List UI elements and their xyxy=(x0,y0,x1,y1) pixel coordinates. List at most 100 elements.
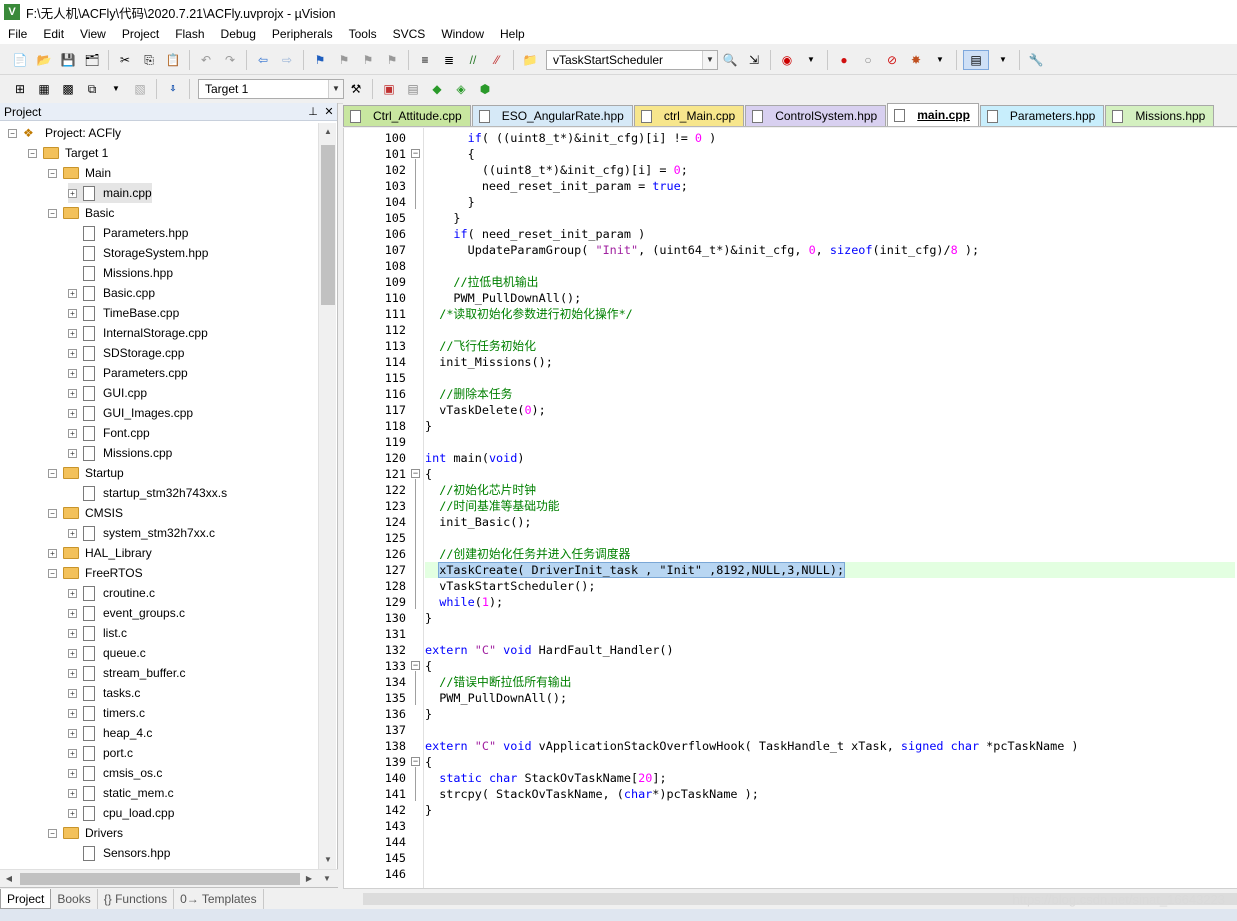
navigate-back-icon[interactable]: ⇦ xyxy=(253,50,273,70)
editor-tab[interactable]: ESO_AngularRate.hpp xyxy=(471,105,633,126)
code-line[interactable]: if( need_reset_init_param ) xyxy=(425,226,645,242)
scroll-down-arrow-icon[interactable]: ▼ xyxy=(318,870,336,888)
code-line[interactable]: } xyxy=(425,194,475,210)
tree-group-item[interactable]: − Drivers xyxy=(48,823,123,843)
code-line[interactable]: } xyxy=(425,706,432,722)
code-line[interactable]: /*读取初始化参数进行初始化操作*/ xyxy=(425,306,633,322)
pin-icon[interactable]: ⊥ xyxy=(305,105,321,118)
code-line[interactable]: { xyxy=(425,146,475,162)
prev-bookmark-icon[interactable]: ⚑ xyxy=(334,50,354,70)
tree-file-item[interactable]: + GUI.cpp xyxy=(68,383,147,403)
code-line[interactable]: init_Basic(); xyxy=(425,514,531,530)
scroll-left-arrow-icon[interactable]: ◀ xyxy=(0,870,18,888)
expand-icon[interactable]: + xyxy=(68,728,77,738)
dropdown-arrow-icon[interactable]: ▼ xyxy=(106,79,126,99)
editor-tab[interactable]: main.cpp xyxy=(887,103,979,126)
open-folder-icon[interactable]: 📂 xyxy=(34,50,54,70)
expand-icon[interactable]: + xyxy=(68,628,77,638)
collapse-icon[interactable]: − xyxy=(8,128,17,138)
tree-group-item[interactable]: − Startup xyxy=(48,463,124,483)
cut-icon[interactable]: ✂ xyxy=(115,50,135,70)
copy-icon[interactable]: ⎘ xyxy=(139,50,159,70)
indent-icon[interactable]: ≡ xyxy=(415,50,435,70)
collapse-icon[interactable]: − xyxy=(28,148,37,158)
code-line[interactable]: UpdateParamGroup( "Init", (uint64_t*)&in… xyxy=(425,242,979,258)
fold-collapse-icon[interactable]: − xyxy=(411,661,420,670)
target-options-icon[interactable]: ⚒ xyxy=(346,79,366,99)
collapse-icon[interactable]: − xyxy=(48,508,57,518)
load-flash-icon[interactable]: ⇩ xyxy=(163,79,183,99)
expand-icon[interactable]: + xyxy=(68,648,77,658)
code-line[interactable]: { xyxy=(425,754,432,770)
tree-file-item[interactable]: + tasks.c xyxy=(68,683,140,703)
menu-project[interactable]: Project xyxy=(114,24,167,44)
menu-flash[interactable]: Flash xyxy=(167,24,212,44)
save-icon[interactable]: 💾 xyxy=(58,50,78,70)
translate-icon[interactable]: ⊞ xyxy=(10,79,30,99)
fold-collapse-icon[interactable]: − xyxy=(411,149,420,158)
tree-file-item[interactable]: + port.c xyxy=(68,743,133,763)
manage-multi-project-icon[interactable]: ▤ xyxy=(403,79,423,99)
menu-help[interactable]: Help xyxy=(492,24,533,44)
code-line[interactable]: extern "C" void vApplicationStackOverflo… xyxy=(425,738,1079,754)
undo-icon[interactable]: ↶ xyxy=(196,50,216,70)
expand-icon[interactable]: + xyxy=(68,708,77,718)
save-all-icon[interactable]: 🗂 xyxy=(82,50,102,70)
breakpoint-icon[interactable]: ● xyxy=(834,50,854,70)
expand-icon[interactable]: + xyxy=(68,188,77,198)
tree-file-item[interactable]: Missions.hpp xyxy=(68,263,173,283)
expand-icon[interactable]: + xyxy=(68,388,77,398)
menu-view[interactable]: View xyxy=(72,24,114,44)
code-line-current[interactable]: xTaskCreate( DriverInit_task , "Init" ,8… xyxy=(425,562,1235,578)
tree-group-item[interactable]: − FreeRTOS xyxy=(48,563,143,583)
code-line[interactable]: PWM_PullDownAll(); xyxy=(425,290,581,306)
expand-icon[interactable]: + xyxy=(48,548,57,558)
tree-file-item[interactable]: Sensors.hpp xyxy=(68,843,170,863)
target-combo[interactable]: Target 1 ▼ xyxy=(198,79,344,99)
menu-svcs[interactable]: SVCS xyxy=(385,24,434,44)
expand-icon[interactable]: + xyxy=(68,768,77,778)
tree-group-item[interactable]: − Target 1 xyxy=(28,143,108,163)
code-line[interactable]: if( ((uint8_t*)&init_cfg)[i] != 0 ) xyxy=(425,130,717,146)
debug-session-icon[interactable]: ◉ xyxy=(777,50,797,70)
code-line[interactable]: } xyxy=(425,418,432,434)
tree-file-item[interactable]: + SDStorage.cpp xyxy=(68,343,184,363)
collapse-icon[interactable]: − xyxy=(48,568,57,578)
clear-bookmarks-icon[interactable]: ⚑ xyxy=(382,50,402,70)
scrollbar-thumb[interactable] xyxy=(321,145,335,305)
expand-icon[interactable]: + xyxy=(68,748,77,758)
code-line[interactable]: PWM_PullDownAll(); xyxy=(425,690,567,706)
tab-functions[interactable]: {} Functions xyxy=(98,889,175,909)
manage-project-items-icon[interactable]: ▣ xyxy=(379,79,399,99)
code-line[interactable]: while(1); xyxy=(425,594,503,610)
tab-project[interactable]: Project xyxy=(0,889,52,909)
new-file-icon[interactable]: 📄 xyxy=(10,50,30,70)
tree-file-item[interactable]: + static_mem.c xyxy=(68,783,174,803)
collapse-icon[interactable]: − xyxy=(48,168,57,178)
code-line[interactable]: extern "C" void HardFault_Handler() xyxy=(425,642,674,658)
tree-file-item[interactable]: + GUI_Images.cpp xyxy=(68,403,193,423)
menu-window[interactable]: Window xyxy=(433,24,492,44)
uncomment-icon[interactable]: ⁄⁄ xyxy=(487,50,507,70)
scroll-down-arrow-icon[interactable]: ▼ xyxy=(319,851,337,869)
collapse-icon[interactable]: − xyxy=(48,208,57,218)
scrollbar-thumb[interactable] xyxy=(20,873,300,885)
collapse-icon[interactable]: − xyxy=(48,828,57,838)
project-tree-horizontal-scrollbar[interactable]: ◀ ▶ ▼ xyxy=(0,869,338,887)
expand-icon[interactable]: + xyxy=(68,668,77,678)
tree-file-item[interactable]: + cpu_load.cpp xyxy=(68,803,174,823)
fold-collapse-icon[interactable]: − xyxy=(411,757,420,766)
menu-peripherals[interactable]: Peripherals xyxy=(264,24,341,44)
code-line[interactable]: } xyxy=(425,802,432,818)
expand-icon[interactable]: + xyxy=(68,448,77,458)
code-line[interactable]: } xyxy=(425,210,460,226)
fold-collapse-icon[interactable]: − xyxy=(411,469,420,478)
code-line[interactable]: //删除本任务 xyxy=(425,386,512,402)
editor-tab[interactable]: Ctrl_Attitude.cpp xyxy=(343,105,471,126)
code-line[interactable]: static char StackOvTaskName[20]; xyxy=(425,770,666,786)
chevron-down-icon[interactable]: ▼ xyxy=(702,51,717,69)
tree-file-item[interactable]: + system_stm32h7xx.c xyxy=(68,523,215,543)
scroll-right-arrow-icon[interactable]: ▶ xyxy=(300,870,318,888)
tree-file-item[interactable]: startup_stm32h743xx.s xyxy=(68,483,227,503)
bookmark-icon[interactable]: ⚑ xyxy=(310,50,330,70)
